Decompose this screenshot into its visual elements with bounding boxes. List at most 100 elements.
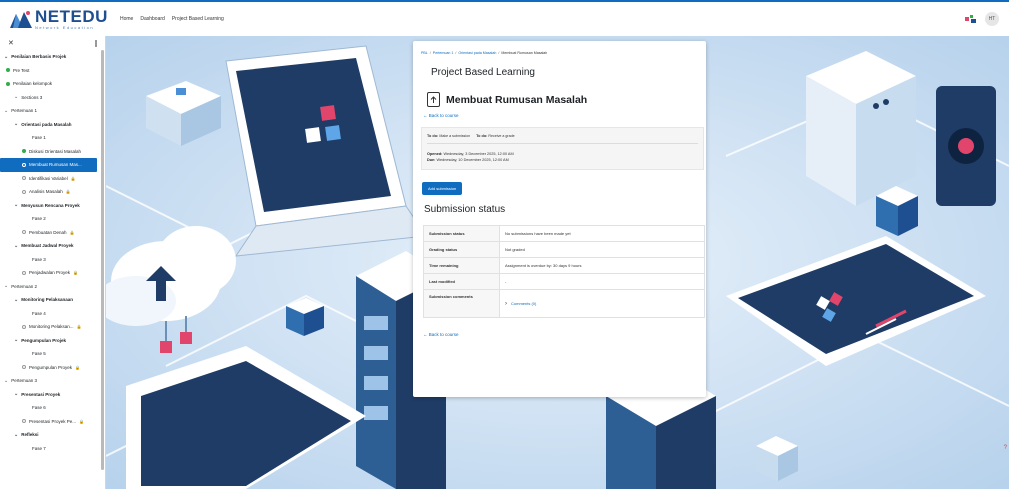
sidebar-item[interactable]: ⌄ Refleksi xyxy=(0,428,105,442)
nav-home[interactable]: Home xyxy=(120,16,133,22)
sidebar-item-label: Fase 5 xyxy=(32,351,46,357)
comments-toggle[interactable]: › Comments (0) xyxy=(505,301,536,307)
lock-icon: 🔒 xyxy=(70,175,76,181)
breadcrumb-item[interactable]: Orientasi pada Masalah xyxy=(458,51,496,55)
close-drawer-icon[interactable]: ✕ xyxy=(8,39,14,47)
activity-card: PBL / Pertemuan 1 / Orientasi pada Masal… xyxy=(413,41,706,397)
breadcrumb-item[interactable]: Pertemuan 1 xyxy=(433,51,454,55)
sidebar-item[interactable]: Fase 7 xyxy=(0,442,105,456)
nav-course[interactable]: Project Based Learning xyxy=(172,16,224,22)
add-submission-button[interactable]: Add submission xyxy=(422,182,463,195)
incomplete-icon xyxy=(22,365,26,370)
chevron-down-icon[interactable]: ⌄ xyxy=(4,283,8,289)
row-value: No submissions have been made yet xyxy=(499,225,705,242)
row-key: Submission comments xyxy=(423,289,500,318)
sidebar-item[interactable]: ⌄ Menyusun Rencana Proyek xyxy=(0,199,105,213)
chevron-down-icon[interactable]: ⌄ xyxy=(14,391,18,397)
sidebar-item-label: Pembuatan Denah xyxy=(29,229,67,235)
lock-icon: 🔒 xyxy=(75,364,81,370)
sidebar-item[interactable]: ⌄ Sections 3 xyxy=(0,91,105,105)
chevron-down-icon[interactable]: ⌄ xyxy=(14,121,18,127)
lock-icon: 🔒 xyxy=(76,324,82,330)
sidebar-item-label: Sections 3 xyxy=(21,94,43,100)
chevron-down-icon[interactable]: ⌄ xyxy=(14,297,18,303)
todo-badge: To do: Receive a grade xyxy=(476,133,515,138)
breadcrumb-item[interactable]: PBL xyxy=(421,51,428,55)
sidebar-item[interactable]: Fase 5 xyxy=(0,347,105,361)
overdue-value: Assignment is overdue by: 30 days 9 hour… xyxy=(499,257,705,274)
sidebar-item[interactable]: Fase 1 xyxy=(0,131,105,145)
brand-subtitle: Network Education xyxy=(35,25,95,30)
submission-status-table: Submission status No submissions have be… xyxy=(423,225,705,318)
completion-requirements: To do: Make a submission To do: Receive … xyxy=(427,134,698,144)
assignment-icon xyxy=(427,92,440,107)
due-date: Due: Wednesday, 10 December 2025, 12:00 … xyxy=(427,158,509,162)
sidebar-item-label: Fase 6 xyxy=(32,405,46,411)
sidebar-item[interactable]: Fase 6 xyxy=(0,401,105,415)
sidebar-item[interactable]: ⌄ Membuat Jadwal Proyek xyxy=(0,239,105,253)
sidebar-item[interactable]: Membuat Rumusan Mas... xyxy=(0,158,97,172)
user-menu-area: HT xyxy=(965,12,999,26)
activity-title: Membuat Rumusan Masalah xyxy=(446,93,588,106)
brand-name: NETEDU xyxy=(35,7,108,26)
sidebar-item-label: Membuat Jadwal Proyek xyxy=(21,243,74,249)
sidebar-item[interactable]: Diskusi Orientasi Masalah xyxy=(0,145,105,159)
table-row: Last modified - xyxy=(423,273,705,290)
sidebar-item[interactable]: Pengumpulan Proyek 🔒 xyxy=(0,361,105,375)
back-to-course-link-bottom[interactable]: ← Back to course xyxy=(423,332,698,337)
sidebar-item-label: Monitoring Pelaksanaan xyxy=(21,297,73,303)
sidebar-item[interactable]: ⌄ Orientasi pada Masalah xyxy=(0,118,105,132)
sidebar-item-label: Monitoring Pelaksan... xyxy=(29,324,74,330)
sidebar-item[interactable]: ⌄ Presentasi Proyek xyxy=(0,388,105,402)
lock-icon: 🔒 xyxy=(65,189,71,195)
help-icon[interactable]: ? xyxy=(1004,445,1007,451)
lock-icon: 🔒 xyxy=(73,270,79,276)
sidebar-item[interactable]: Monitoring Pelaksan... 🔒 xyxy=(0,320,105,334)
sidebar-item-label: Fase 4 xyxy=(32,310,46,316)
completed-icon xyxy=(6,68,10,73)
sidebar-item[interactable]: ⌄ Pengumpulan Projek xyxy=(0,334,105,348)
sidebar-item-label: Pertemuan 2 xyxy=(11,283,37,289)
sidebar-item[interactable]: Penjadwalan Proyek 🔒 xyxy=(0,266,105,280)
sidebar-item[interactable]: Fase 3 xyxy=(0,253,105,267)
chevron-down-icon[interactable]: ⌄ xyxy=(14,337,18,343)
sidebar-item[interactable]: ⌄ Penilaian Berbasis Projek xyxy=(0,50,105,64)
sidebar-item[interactable]: Fase 2 xyxy=(0,212,105,226)
sidebar-item[interactable]: ⌄ Monitoring Pelaksanaan xyxy=(0,293,105,307)
sidebar-item[interactable]: Pembuatan Denah 🔒 xyxy=(0,226,105,240)
sidebar-item[interactable]: Penilaian kelompok xyxy=(0,77,105,91)
chevron-down-icon[interactable]: ⌄ xyxy=(14,94,18,100)
sidebar-item-label: Membuat Rumusan Mas... xyxy=(29,162,82,168)
table-row: Grading status Not graded xyxy=(423,241,705,258)
sidebar-item[interactable]: ⌄ Pertemuan 1 xyxy=(0,104,105,118)
back-to-course-link[interactable]: ← Back to course xyxy=(423,113,698,118)
chevron-down-icon[interactable]: ⌄ xyxy=(14,432,18,438)
sidebar-item-label: Presentasi Proyek Pe... xyxy=(29,418,77,424)
sidebar-item-label: Penilaian Berbasis Projek xyxy=(11,54,67,60)
nav-dashboard[interactable]: Dashboard xyxy=(140,16,164,22)
user-avatar[interactable]: HT xyxy=(985,12,999,26)
sidebar-item[interactable]: Analisis Masalah 🔒 xyxy=(0,185,105,199)
notification-icon[interactable] xyxy=(965,14,977,24)
incomplete-icon xyxy=(22,230,26,235)
drawer-options-icon[interactable] xyxy=(95,39,97,47)
chevron-down-icon[interactable]: ⌄ xyxy=(4,108,8,114)
row-value: - xyxy=(499,273,705,290)
chevron-down-icon[interactable]: ⌄ xyxy=(14,243,18,249)
sidebar-item[interactable]: ⌄ Pertemuan 3 xyxy=(0,374,105,388)
sidebar-item[interactable]: Identifikasi Variabel 🔒 xyxy=(0,172,105,186)
submission-status-heading: Submission status xyxy=(424,204,506,215)
chevron-down-icon[interactable]: ⌄ xyxy=(4,378,8,384)
sidebar-item-label: Refleksi xyxy=(21,432,39,438)
row-key: Time remaining xyxy=(423,257,500,274)
sidebar-item-label: Fase 1 xyxy=(32,135,46,141)
sidebar-item[interactable]: Presentasi Proyek Pe... 🔒 xyxy=(0,415,105,429)
chevron-down-icon[interactable]: ⌄ xyxy=(14,202,18,208)
sidebar-item[interactable]: ⌄ Pertemuan 2 xyxy=(0,280,105,294)
chevron-down-icon[interactable]: ⌄ xyxy=(4,54,8,60)
site-logo[interactable]: NETEDU Network Education xyxy=(10,8,114,30)
sidebar-item-label: Pertemuan 3 xyxy=(11,378,37,384)
sidebar-item[interactable]: Pre Test xyxy=(0,64,105,78)
lock-icon: 🔒 xyxy=(79,418,85,424)
sidebar-item[interactable]: Fase 4 xyxy=(0,307,105,321)
